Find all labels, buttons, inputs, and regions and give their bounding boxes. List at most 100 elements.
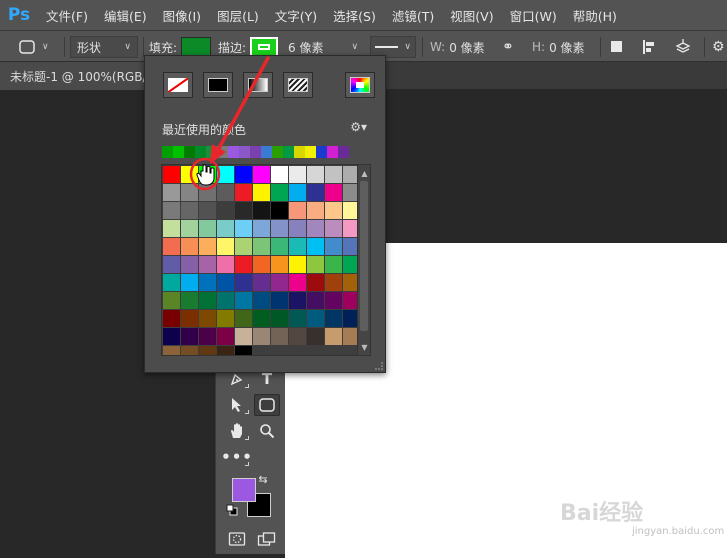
color-swatch[interactable] [289,220,306,237]
color-swatch[interactable] [163,166,180,183]
color-swatch[interactable] [163,310,180,327]
color-swatch[interactable] [163,202,180,219]
zoom-tool[interactable] [254,420,280,442]
color-swatch[interactable] [217,220,234,237]
color-swatch[interactable] [235,274,252,291]
recent-color-swatch[interactable] [316,146,327,158]
color-swatch[interactable] [199,328,216,345]
color-swatch[interactable] [181,328,198,345]
stroke-color-button[interactable] [250,37,279,57]
color-swatch[interactable] [217,310,234,327]
color-swatch[interactable] [307,184,324,201]
color-swatch[interactable] [325,310,342,327]
menu-file[interactable]: 文件(F) [38,6,96,25]
default-colors-button[interactable] [226,504,238,516]
color-swatch[interactable] [235,256,252,273]
color-picker-button[interactable] [345,72,375,98]
color-swatch[interactable] [199,292,216,309]
quick-mask-button[interactable] [224,528,250,550]
color-swatch[interactable] [271,238,288,255]
color-swatch[interactable] [235,184,252,201]
color-swatch[interactable] [271,166,288,183]
recent-color-swatch[interactable] [250,146,261,158]
menu-filter[interactable]: 滤镜(T) [384,6,442,25]
scroll-up-icon[interactable]: ▲ [358,167,370,179]
color-swatch[interactable] [217,346,234,355]
color-swatch[interactable] [217,256,234,273]
color-swatch[interactable] [163,274,180,291]
color-swatch[interactable] [271,310,288,327]
color-swatch[interactable] [199,310,216,327]
color-swatch[interactable] [253,310,270,327]
color-swatch[interactable] [307,220,324,237]
gradient-button[interactable] [243,72,273,98]
color-swatch[interactable] [253,238,270,255]
rectangle-tool[interactable] [254,394,280,416]
color-swatch[interactable] [307,328,324,345]
color-swatch[interactable] [199,256,216,273]
color-swatch[interactable] [325,202,342,219]
color-swatch[interactable] [217,292,234,309]
color-swatch[interactable] [235,166,252,183]
recent-color-swatch[interactable] [217,146,228,158]
color-swatch[interactable] [325,274,342,291]
menu-window[interactable]: 窗口(W) [502,6,565,25]
color-swatch[interactable] [199,220,216,237]
color-swatch[interactable] [235,220,252,237]
menu-layer[interactable]: 图层(L) [209,6,267,25]
path-alignment-button[interactable] [642,31,658,63]
recent-color-swatch[interactable] [327,146,338,158]
menu-type[interactable]: 文字(Y) [267,6,325,25]
color-swatch[interactable] [235,328,252,345]
color-swatch[interactable] [271,184,288,201]
document-tab[interactable]: 未标题-1 @ 100%(RGB/8 [0,62,160,90]
color-swatch[interactable] [325,292,342,309]
scroll-down-icon[interactable]: ▼ [358,341,370,353]
color-swatch[interactable] [307,292,324,309]
recent-color-swatch[interactable] [294,146,305,158]
color-swatch[interactable] [181,184,198,201]
color-swatch[interactable] [199,346,216,355]
color-swatch[interactable] [217,328,234,345]
tool-preset-picker[interactable]: ∨ [18,31,49,63]
color-swatch[interactable] [181,274,198,291]
color-swatch[interactable] [271,292,288,309]
color-swatch[interactable] [325,256,342,273]
color-swatch[interactable] [253,292,270,309]
color-swatch[interactable] [289,238,306,255]
color-swatch[interactable] [235,238,252,255]
color-swatch[interactable] [181,220,198,237]
path-arrangement-button[interactable] [674,31,694,63]
color-swatch[interactable] [181,346,198,355]
recent-color-swatch[interactable] [162,146,173,158]
color-swatch[interactable] [235,310,252,327]
color-swatch[interactable] [271,274,288,291]
color-swatch[interactable] [163,328,180,345]
color-swatch[interactable] [217,202,234,219]
color-swatch[interactable] [289,292,306,309]
swatches-scrollbar[interactable]: ▲ ▼ [357,165,370,355]
link-icon[interactable]: ⚭ [502,39,514,55]
color-swatch[interactable] [163,292,180,309]
color-swatch[interactable] [199,166,216,183]
color-swatch[interactable] [163,238,180,255]
swatch-settings-button[interactable]: ⚙▾ [350,120,367,134]
color-swatch[interactable] [199,184,216,201]
color-swatch[interactable] [289,166,306,183]
settings-button[interactable]: ⚙ [712,31,725,63]
color-swatch[interactable] [163,256,180,273]
color-swatch[interactable] [235,202,252,219]
edit-toolbar-button[interactable]: ••• [221,446,252,468]
color-swatch[interactable] [325,166,342,183]
color-swatch[interactable] [307,274,324,291]
recent-color-swatch[interactable] [206,146,217,158]
color-swatch[interactable] [289,328,306,345]
color-swatch[interactable] [163,220,180,237]
path-operations-button[interactable] [610,31,624,63]
color-swatch[interactable] [271,202,288,219]
color-swatch[interactable] [217,274,234,291]
color-swatch[interactable] [289,184,306,201]
color-swatch[interactable] [181,202,198,219]
color-swatch[interactable] [235,346,252,355]
width-field[interactable]: 0 像素 [445,36,488,58]
